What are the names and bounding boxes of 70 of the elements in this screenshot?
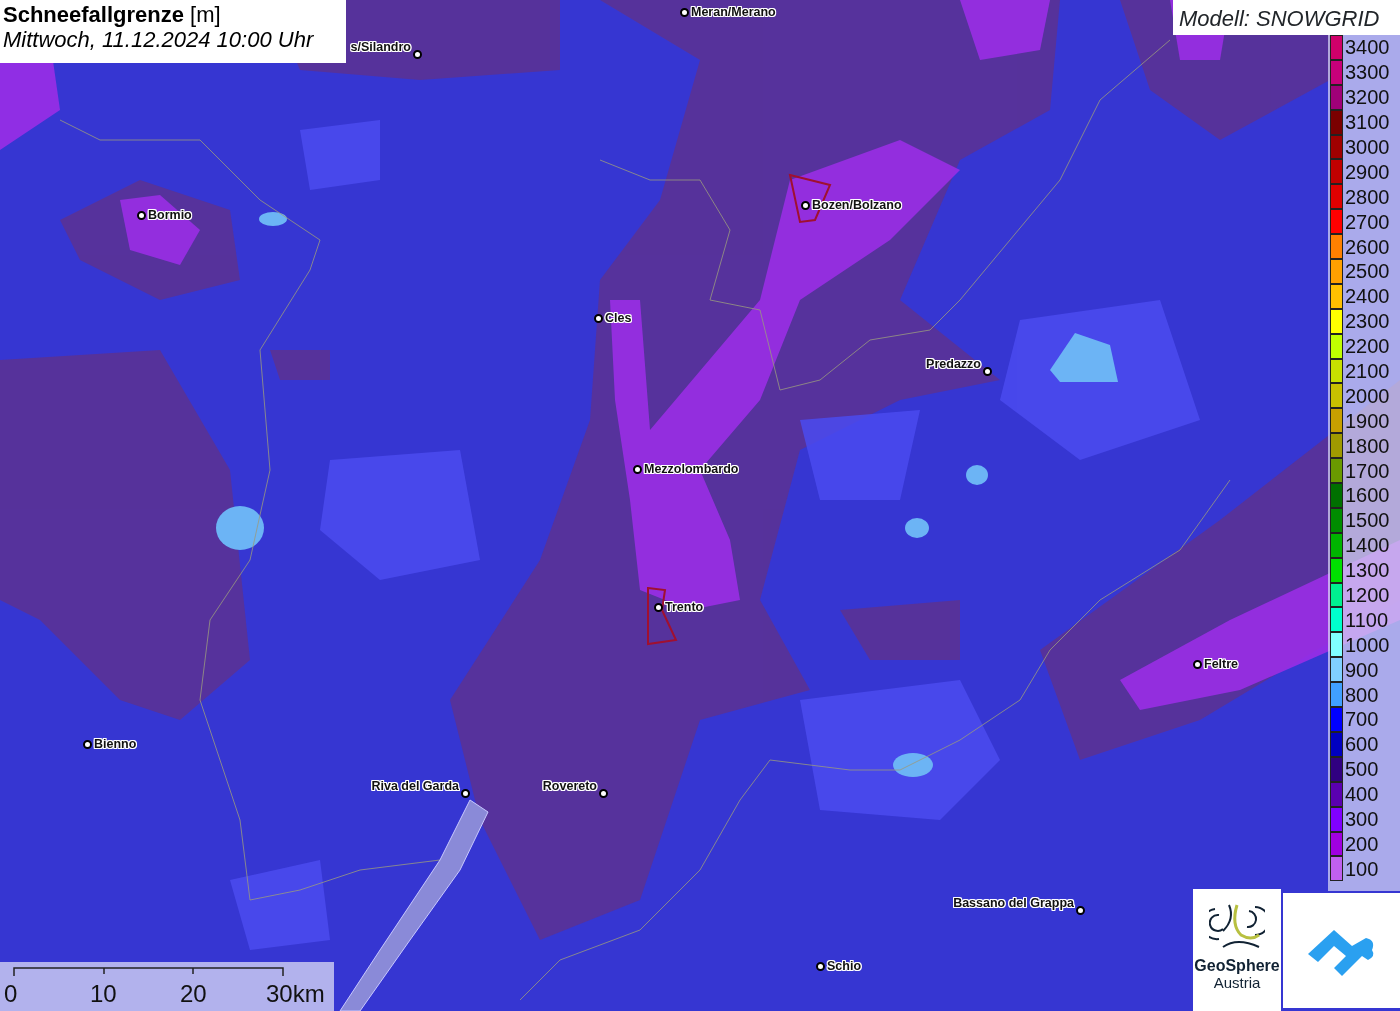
- legend-value: 1300: [1345, 560, 1390, 581]
- city-dot-icon: [800, 200, 810, 210]
- city-dot-icon: [593, 313, 603, 323]
- city-label: Bassano del Grappa: [953, 896, 1074, 910]
- legend-value: 1900: [1345, 410, 1390, 431]
- legend-value: 1700: [1345, 460, 1390, 481]
- legend-value: 1400: [1345, 535, 1390, 556]
- city-dot-icon: [82, 739, 92, 749]
- legend-value: 2600: [1345, 236, 1390, 257]
- scale-label: 10: [90, 982, 117, 1006]
- city-dot-icon: [460, 788, 470, 798]
- logo-country: Austria: [1213, 974, 1261, 992]
- legend-value: 3000: [1345, 137, 1390, 157]
- city-dot-icon: [1192, 659, 1202, 669]
- city-label: Cles: [605, 311, 632, 325]
- legend-value: 2500: [1345, 261, 1390, 282]
- city-dot-icon: [598, 788, 608, 798]
- legend-value: 3400: [1345, 37, 1390, 58]
- legend-value: 2100: [1345, 361, 1390, 381]
- legend-value: 1100: [1345, 609, 1388, 630]
- city-dot-icon: [815, 961, 825, 971]
- scale-label: 0: [4, 982, 18, 1006]
- legend-value: 900: [1345, 659, 1379, 680]
- legend-value: 1500: [1345, 510, 1390, 531]
- city-label: Schio: [827, 959, 862, 973]
- legend-value: 1600: [1345, 485, 1390, 506]
- legend-value: 1000: [1345, 634, 1390, 655]
- logo-name: GeoSphere: [1194, 957, 1280, 975]
- legend-value: 1200: [1345, 585, 1390, 606]
- city-dot-icon: [679, 7, 689, 17]
- legend-value: 2400: [1345, 286, 1390, 307]
- city-dot-icon: [412, 49, 422, 59]
- legend-value: 500: [1345, 759, 1379, 780]
- legend-value: 400: [1345, 784, 1379, 805]
- city-label: Bormio: [148, 208, 192, 222]
- city-dot-icon: [632, 464, 642, 474]
- city-label: Predazzo: [926, 357, 981, 371]
- legend-value: 600: [1345, 734, 1379, 755]
- legend-value: 700: [1345, 709, 1379, 730]
- map-title: Schneefallgrenze [m]: [3, 2, 222, 28]
- city-dot-icon: [982, 366, 992, 376]
- legend-value: 800: [1345, 684, 1379, 705]
- city-dot-icon: [1075, 905, 1085, 915]
- legend-value: 3100: [1345, 112, 1390, 133]
- legend-value: 300: [1345, 809, 1379, 830]
- legend-value: 2200: [1345, 336, 1390, 357]
- legend-value: 2700: [1345, 211, 1390, 232]
- forecast-time: Mittwoch, 11.12.2024 10:00 Uhr: [3, 27, 315, 53]
- city-dot-icon: [653, 602, 663, 612]
- legend-value: 2000: [1345, 385, 1390, 406]
- legend-value: 1800: [1345, 435, 1390, 456]
- legend-value: 100: [1345, 858, 1379, 879]
- city-dot-icon: [136, 210, 146, 220]
- legend-value: 2800: [1345, 186, 1390, 207]
- model-label: Modell: SNOWGRID: [1173, 0, 1400, 35]
- legend-value: 2300: [1345, 311, 1390, 332]
- legend-value: 3200: [1345, 87, 1390, 108]
- city-label: Mezzolombardo: [644, 462, 739, 476]
- city-label: Rovereto: [542, 779, 597, 793]
- scale-label: 30km: [266, 982, 325, 1006]
- legend-value: 2900: [1345, 161, 1390, 182]
- city-label: Feltre: [1204, 657, 1239, 671]
- scale-label: 20: [180, 982, 207, 1006]
- city-label: Bienno: [94, 737, 137, 751]
- city-label: Meran/Merano: [691, 5, 776, 19]
- city-label: Riva del Garda: [371, 779, 459, 793]
- city-label: s/Silandro: [350, 40, 411, 54]
- city-label: Trento: [665, 600, 704, 614]
- legend-value: 200: [1345, 833, 1379, 854]
- legend-value: 3300: [1345, 62, 1390, 83]
